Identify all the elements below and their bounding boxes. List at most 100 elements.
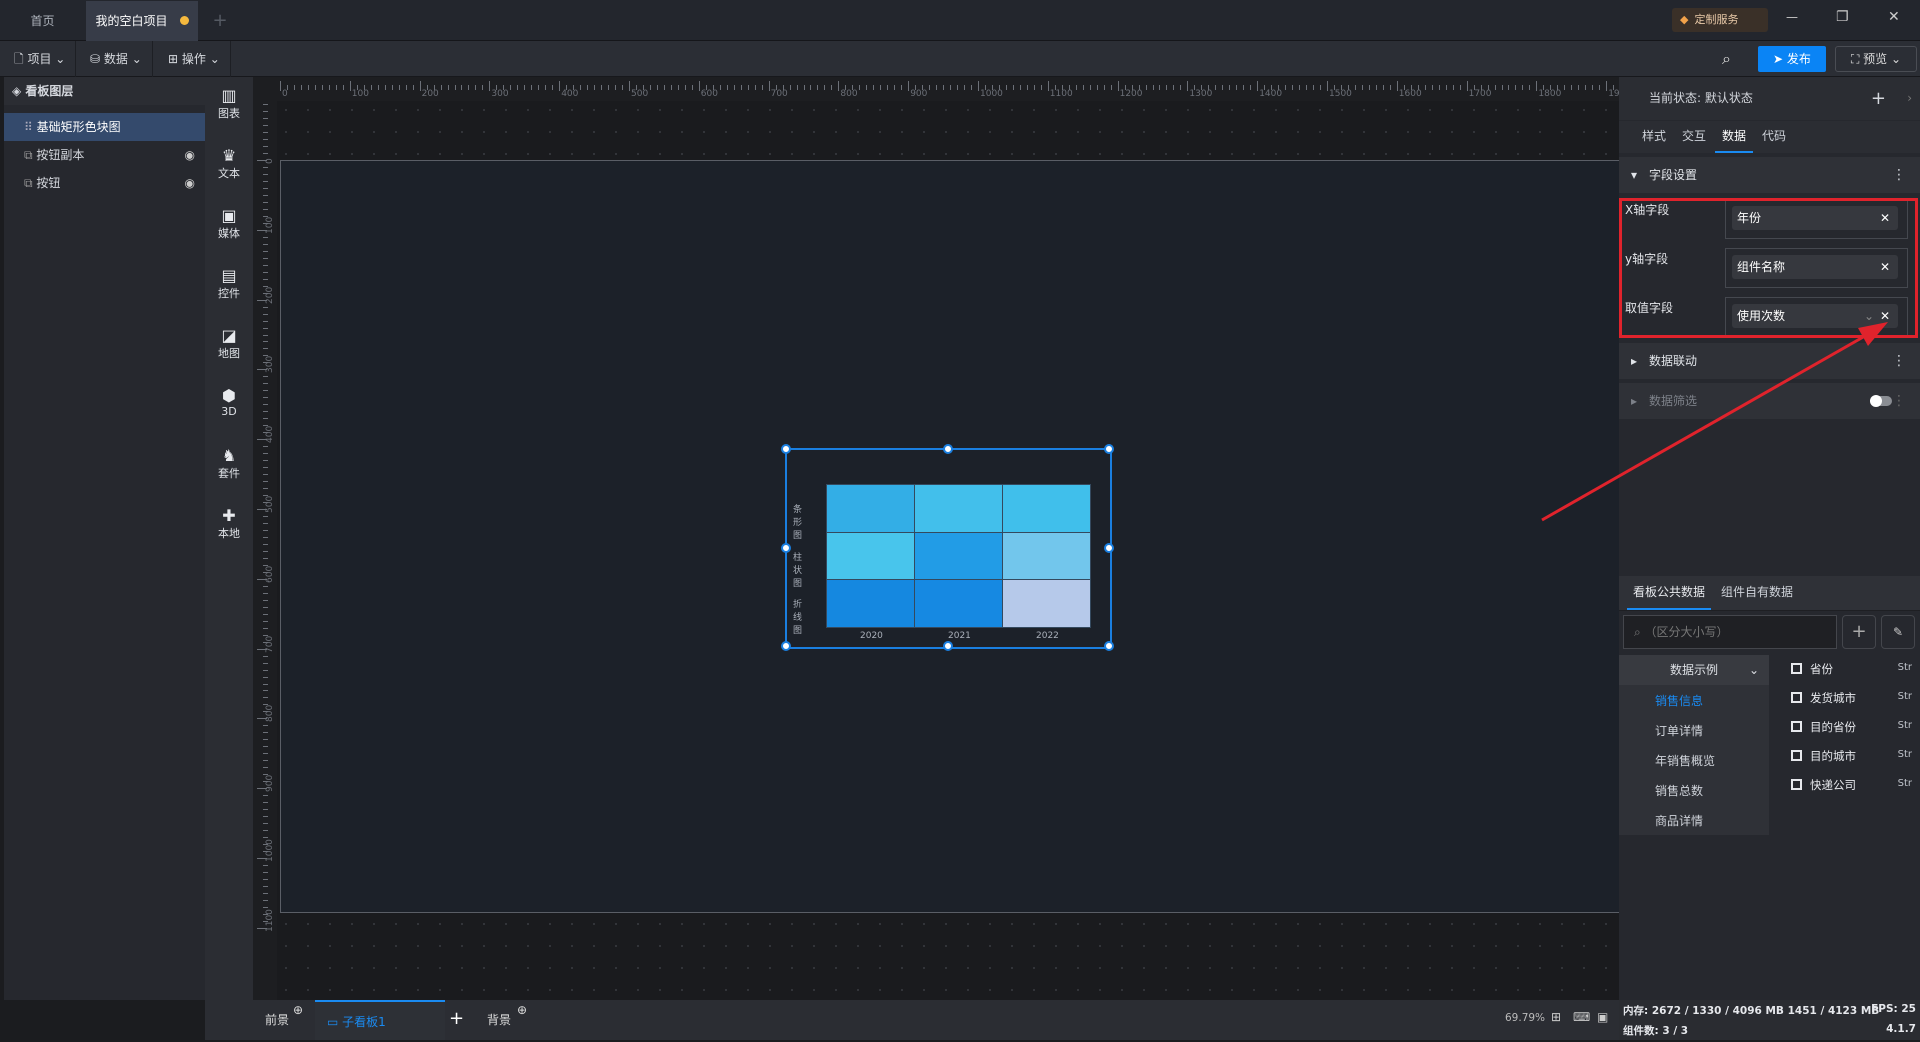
restore-button[interactable]: ❐ (1836, 9, 1849, 25)
tab-1[interactable]: 交互 (1675, 121, 1713, 153)
tab-0[interactable]: 样式 (1635, 121, 1673, 153)
tab-project[interactable]: 我的空白项目 (86, 1, 198, 41)
component-category-4[interactable]: ◪ 地图 (205, 327, 253, 361)
layer-item[interactable]: ⠿ 基础矩形色块图 (4, 113, 205, 141)
add-circle-icon[interactable]: ⊕ (517, 990, 527, 1030)
heatmap-cell[interactable] (826, 579, 915, 629)
checkbox[interactable] (1791, 721, 1802, 732)
ruler-tick (263, 376, 268, 378)
checkbox[interactable] (1791, 663, 1802, 674)
data-tab-0[interactable]: 看板公共数据 (1627, 576, 1712, 610)
component-category-2[interactable]: ▣ 媒体 (205, 207, 253, 241)
heatmap-cell[interactable] (914, 579, 1003, 629)
zoom-level[interactable]: 69.79% (1505, 1012, 1545, 1024)
column-item[interactable]: 目的城市 (1791, 748, 1856, 764)
add-board-button[interactable]: + (449, 1008, 464, 1029)
ruler-label: 700 (770, 89, 788, 99)
tab-home[interactable]: 首页 (0, 1, 85, 41)
more-icon[interactable]: ⋮ (1892, 157, 1906, 193)
background-tab[interactable]: 背景 ⊕ (477, 1000, 527, 1040)
checkbox[interactable] (1791, 750, 1802, 761)
checkbox[interactable] (1791, 779, 1802, 790)
ruler-label: 900 (265, 775, 275, 793)
project-menu[interactable]: 🗋 项目 ⌄ (4, 41, 77, 77)
preview-button[interactable]: ⛶ 预览 ⌄ (1835, 46, 1917, 72)
field-settings-title: 字段设置 (1649, 168, 1698, 182)
column-type: Str (1897, 778, 1912, 789)
heatmap-cell[interactable] (1002, 579, 1091, 629)
console-icon[interactable]: ▣ (1597, 1010, 1608, 1024)
checkbox[interactable] (1791, 692, 1802, 703)
foreground-tab[interactable]: 前景 ⊕ (253, 1000, 311, 1040)
data-menu[interactable]: ⛁ 数据 ⌄ (80, 41, 153, 77)
resize-handle[interactable] (781, 542, 791, 553)
ruler-label: 1600 (1398, 89, 1422, 99)
ruler-tick (803, 85, 805, 90)
chevron-right-icon[interactable]: › (1907, 77, 1912, 120)
board-icon: ▭ (327, 1015, 343, 1029)
heatmap-cell[interactable] (1002, 484, 1091, 533)
ruler-tick (594, 85, 596, 90)
more-icon[interactable]: ⋮ (1892, 343, 1906, 379)
board-label: 子看板1 (342, 1015, 386, 1029)
ruler-tick (538, 85, 540, 90)
component-category-7[interactable]: ✚ 本地 (205, 507, 253, 541)
keyboard-icon[interactable]: ⌨ (1573, 1010, 1590, 1024)
add-state-icon[interactable]: + (1871, 77, 1886, 120)
filter-toggle[interactable] (1870, 395, 1892, 407)
resize-handle[interactable] (942, 641, 953, 651)
minimize-button[interactable]: — (1786, 10, 1798, 24)
board-tab[interactable]: ▭ 子看板1 (315, 1000, 445, 1040)
more-icon[interactable]: ⋮ (1892, 383, 1906, 419)
layer-item[interactable]: ⧉ 按钮 ◉ (4, 169, 205, 197)
heatmap-cell[interactable] (914, 484, 1003, 533)
ruler-tick (1599, 85, 1601, 90)
custom-service-button[interactable]: ◆ 定制服务 (1672, 8, 1768, 32)
dataset-search-input[interactable]: ⌕ （区分大小写） (1623, 615, 1837, 649)
component-category-6[interactable]: ♞ 套件 (205, 447, 253, 481)
column-item[interactable]: 快递公司 (1791, 777, 1856, 793)
resize-handle[interactable] (781, 641, 791, 651)
new-tab-button[interactable]: + (205, 1, 235, 41)
column-type: Str (1897, 691, 1912, 702)
filter-header[interactable]: ▸ 数据筛选 ⋮ (1619, 383, 1920, 419)
edit-dataset-button[interactable]: ✎ (1881, 615, 1915, 649)
resize-handle[interactable] (1104, 641, 1114, 651)
add-circle-icon[interactable]: ⊕ (293, 990, 303, 1030)
fit-screen-icon[interactable]: ⊞ (1551, 1010, 1561, 1024)
heatmap-cell[interactable] (914, 531, 1003, 581)
hidden-eye-icon[interactable]: ◉ (185, 141, 195, 169)
component-category-3[interactable]: ▤ 控件 (205, 267, 253, 301)
ruler-label: 1800 (1538, 89, 1562, 99)
resize-handle[interactable] (942, 444, 953, 454)
field-settings-header[interactable]: ▾ 字段设置 ⋮ (1619, 157, 1920, 193)
search-icon[interactable]: ⌕ (1722, 49, 1731, 69)
resize-handle[interactable] (1104, 542, 1114, 553)
tab-2[interactable]: 数据 (1715, 121, 1753, 153)
resize-handle[interactable] (781, 444, 791, 454)
publish-button[interactable]: ➤ 发布 (1758, 46, 1826, 72)
linkage-header[interactable]: ▸ 数据联动 ⋮ (1619, 343, 1920, 379)
component-category-1[interactable]: ♛ 文本 (205, 147, 253, 181)
add-dataset-button[interactable]: + (1842, 615, 1876, 649)
column-item[interactable]: 省份 (1791, 661, 1833, 677)
operate-menu[interactable]: ⊞ 操作 ⌄ (158, 41, 231, 77)
tab-3[interactable]: 代码 (1755, 121, 1793, 153)
layer-item[interactable]: ⧉ 按钮副本 ◉ (4, 141, 205, 169)
close-button[interactable]: ✕ (1888, 9, 1900, 25)
ruler-tick (1054, 85, 1056, 90)
ruler-label: 1000 (265, 839, 275, 862)
resize-handle[interactable] (1104, 444, 1114, 454)
component-category-5[interactable]: ⬢ 3D (205, 387, 253, 419)
component-category-0[interactable]: ▥ 图表 (205, 87, 253, 121)
dataset-item[interactable]: 商品详情 (1655, 812, 1703, 829)
hidden-eye-icon[interactable]: ◉ (185, 169, 195, 197)
heatmap-cell[interactable] (1002, 531, 1091, 581)
heatmap-cell[interactable] (826, 531, 915, 581)
ruler-tick (263, 257, 268, 259)
column-item[interactable]: 目的省份 (1791, 719, 1856, 735)
data-tab-1[interactable]: 组件自有数据 (1715, 576, 1799, 610)
column-item[interactable]: 发货城市 (1791, 690, 1856, 706)
ruler-tick (263, 104, 268, 106)
heatmap-cell[interactable] (826, 484, 915, 533)
